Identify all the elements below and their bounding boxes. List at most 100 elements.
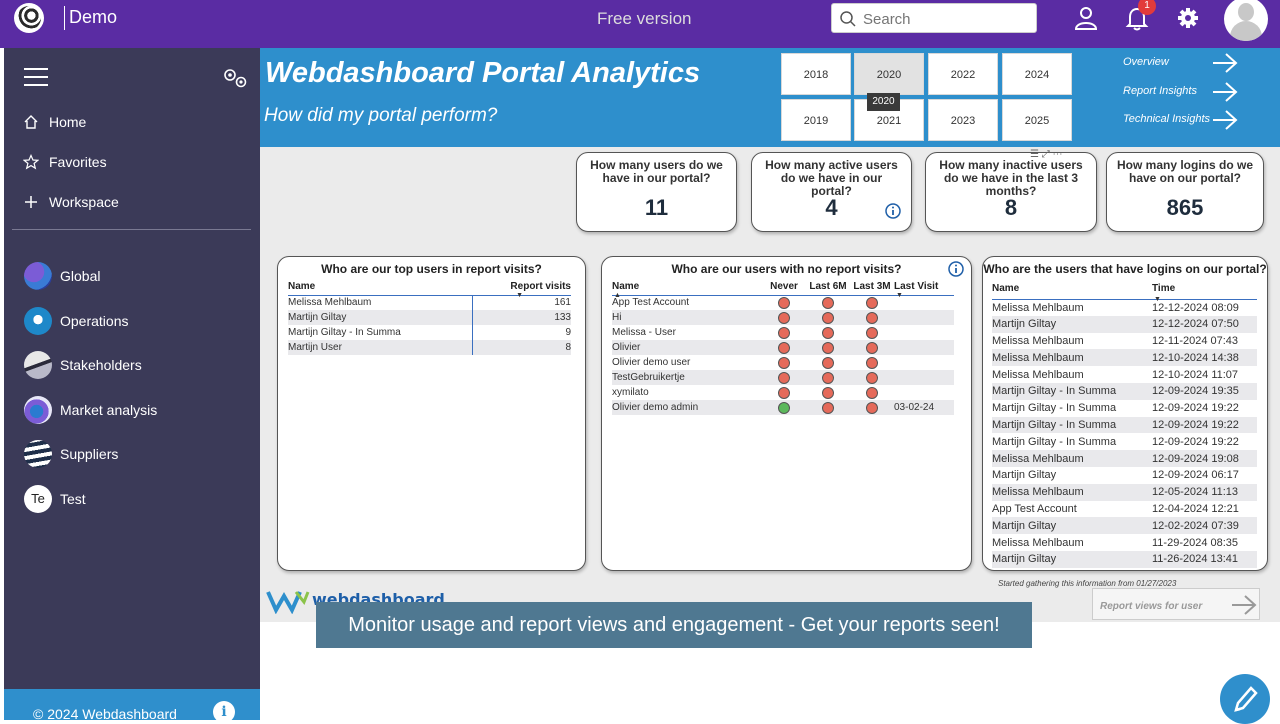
table-row[interactable]: Martijn Giltay 12-02-2024 07:39 — [992, 517, 1257, 535]
table-row[interactable]: Melissa Mehlbaum 12-09-2024 19:08 — [992, 450, 1257, 467]
arrow-right-icon[interactable] — [1212, 81, 1238, 103]
table-row[interactable]: Melissa Mehlbaum 12-12-2024 08:09 — [992, 299, 1257, 316]
sidebar-item-favorites[interactable]: Favorites — [21, 150, 107, 174]
cell-status — [850, 370, 894, 385]
workspace-item-operations[interactable]: Operations — [24, 306, 128, 336]
table-row[interactable]: Martijn Giltay 12-09-2024 06:17 — [992, 467, 1257, 484]
search-box[interactable] — [831, 3, 1037, 33]
cell-last-visit — [894, 385, 954, 400]
year-button[interactable]: 2023 — [928, 99, 998, 141]
nav-link-report-insights[interactable]: Report Insights — [1123, 85, 1197, 97]
column-header-never[interactable]: Never — [762, 279, 806, 296]
cell-status — [806, 325, 850, 340]
suppliers-icon — [24, 440, 52, 468]
cell-name: Melissa Mehlbaum — [992, 450, 1152, 467]
sidebar-item-workspace[interactable]: Workspace — [21, 190, 119, 214]
column-header-last-visit[interactable]: Last Visit ▼ — [894, 279, 954, 299]
year-button[interactable]: 2025 — [1002, 99, 1072, 141]
table-row[interactable]: Martijn Giltay - In Summa 12-09-2024 19:2… — [992, 400, 1257, 417]
cell-name: Martijn Giltay - In Summa — [992, 416, 1152, 434]
cell-name: xymilato — [612, 387, 649, 398]
year-button[interactable]: 2018 — [781, 53, 851, 95]
status-dot-red — [866, 341, 878, 354]
cell-time: 12-09-2024 19:08 — [1152, 450, 1257, 467]
table-row[interactable]: Martijn Giltay - In Summa 12-09-2024 19:2… — [992, 416, 1257, 434]
column-header-last-6m[interactable]: Last 6M — [806, 279, 850, 296]
cell-name: Martijn Giltay - In Summa — [288, 327, 401, 338]
settings-gears-icon[interactable] — [220, 66, 250, 90]
table-row[interactable]: Melissa Mehlbaum 12-10-2024 14:38 — [992, 349, 1257, 367]
year-button[interactable]: 2019 — [781, 99, 851, 141]
no-visits-table: Name ▲ Never Last 6M Last 3M Last Visit ▼ … — [612, 279, 954, 415]
table-row[interactable]: Melissa - User — [612, 325, 954, 340]
year-button[interactable]: 2024 — [1002, 53, 1072, 95]
cell-status — [806, 340, 850, 355]
arrow-right-icon[interactable] — [1212, 109, 1238, 131]
table-row[interactable]: Martijn Giltay - In Summa 12-09-2024 19:2… — [992, 433, 1257, 450]
info-icon[interactable] — [948, 261, 964, 277]
column-header-name[interactable]: Name — [992, 279, 1152, 300]
app-title: Demo — [69, 7, 118, 27]
visual-header-icons[interactable]: ☰ ⤢ ⋯ — [1030, 149, 1086, 165]
column-header-report-visits[interactable]: Report visits ▼ — [472, 279, 571, 299]
workspace-item-stakeholders[interactable]: Stakeholders — [24, 350, 142, 380]
column-header-name[interactable]: Name — [288, 279, 473, 296]
arrow-right-icon[interactable] — [1212, 52, 1238, 74]
workspace-item-test[interactable]: Te Test — [24, 484, 86, 514]
table-row[interactable]: Olivier demo user — [612, 355, 954, 370]
table-row[interactable]: Melissa Mehlbaum 12-11-2024 07:43 — [992, 333, 1257, 350]
status-dot-red — [822, 386, 834, 399]
workspace-item-market-analysis[interactable]: Market analysis — [24, 395, 157, 425]
gear-icon[interactable] — [1175, 5, 1201, 31]
table-row[interactable]: App Test Account 12-04-2024 12:21 — [992, 501, 1257, 518]
cell-last-visit — [894, 325, 954, 340]
workspace-item-suppliers[interactable]: Suppliers — [24, 439, 118, 469]
table-row[interactable]: Melissa Mehlbaum 12-10-2024 11:07 — [992, 366, 1257, 383]
report-views-label: Report views for user — [1100, 601, 1203, 612]
workspace-label: Operations — [60, 313, 129, 329]
sidebar-item-home[interactable]: Home — [21, 110, 86, 134]
nav-link-overview[interactable]: Overview — [1123, 56, 1169, 68]
cell-time: 12-05-2024 11:13 — [1152, 483, 1257, 501]
panel-title: Who are the users that have logins on ou… — [983, 262, 1267, 276]
info-icon[interactable] — [885, 203, 901, 219]
app-logo-icon[interactable] — [14, 3, 44, 33]
table-row[interactable]: Melissa Mehlbaum 12-05-2024 11:13 — [992, 483, 1257, 501]
cell-last-visit: 03-02-24 — [894, 400, 954, 415]
year-tooltip: 2020 — [867, 93, 900, 111]
table-row[interactable]: Melissa Mehlbaum 11-29-2024 08:35 — [992, 534, 1257, 551]
search-input[interactable] — [863, 8, 1033, 30]
table-row[interactable]: Martijn Giltay - In Summa 9 — [288, 325, 571, 340]
table-row[interactable]: xymilato — [612, 385, 954, 400]
column-header-time[interactable]: Time ▼ — [1152, 279, 1257, 303]
table-row[interactable]: Melissa Mehlbaum 161 — [288, 295, 571, 310]
user-icon[interactable] — [1073, 5, 1099, 31]
status-dot-red — [822, 311, 834, 324]
report-subtitle: How did my portal perform? — [264, 105, 498, 126]
table-row[interactable]: Martijn Giltay 11-26-2024 13:41 — [992, 550, 1257, 568]
table-row[interactable]: Martijn Giltay 12-12-2024 07:50 — [992, 315, 1257, 333]
table-row[interactable]: Olivier demo admin 03-02-24 — [612, 400, 954, 415]
status-dot-red — [866, 356, 878, 369]
column-header-last-3m[interactable]: Last 3M — [850, 279, 894, 296]
table-row[interactable]: Hi — [612, 310, 954, 325]
hamburger-menu-icon[interactable] — [24, 68, 48, 88]
nav-link-technical-insights[interactable]: Technical Insights — [1123, 113, 1210, 125]
table-row[interactable]: Martijn Giltay - In Summa 12-09-2024 19:3… — [992, 382, 1257, 400]
edit-fab-button[interactable] — [1220, 674, 1270, 724]
year-button[interactable]: 2022 — [928, 53, 998, 95]
column-header-name[interactable]: Name ▲ — [612, 279, 762, 299]
table-row[interactable]: Martijn User 8 — [288, 340, 571, 355]
table-row[interactable]: Martijn Giltay 133 — [288, 310, 571, 325]
cell-status — [806, 295, 850, 310]
report-views-button[interactable]: Report views for user — [1092, 588, 1260, 620]
cell-time: 12-09-2024 19:22 — [1152, 416, 1257, 434]
sidebar: Home Favorites Workspace Global Operatio… — [4, 48, 260, 723]
year-button-selected[interactable]: 2020 — [854, 53, 924, 95]
avatar[interactable] — [1224, 0, 1268, 41]
cell-report-visits: 9 — [471, 325, 571, 340]
table-row[interactable]: TestGebruikertje — [612, 370, 954, 385]
workspace-item-global[interactable]: Global — [24, 261, 100, 291]
table-row[interactable]: Olivier — [612, 340, 954, 355]
cell-name: Melissa - User — [612, 327, 676, 338]
